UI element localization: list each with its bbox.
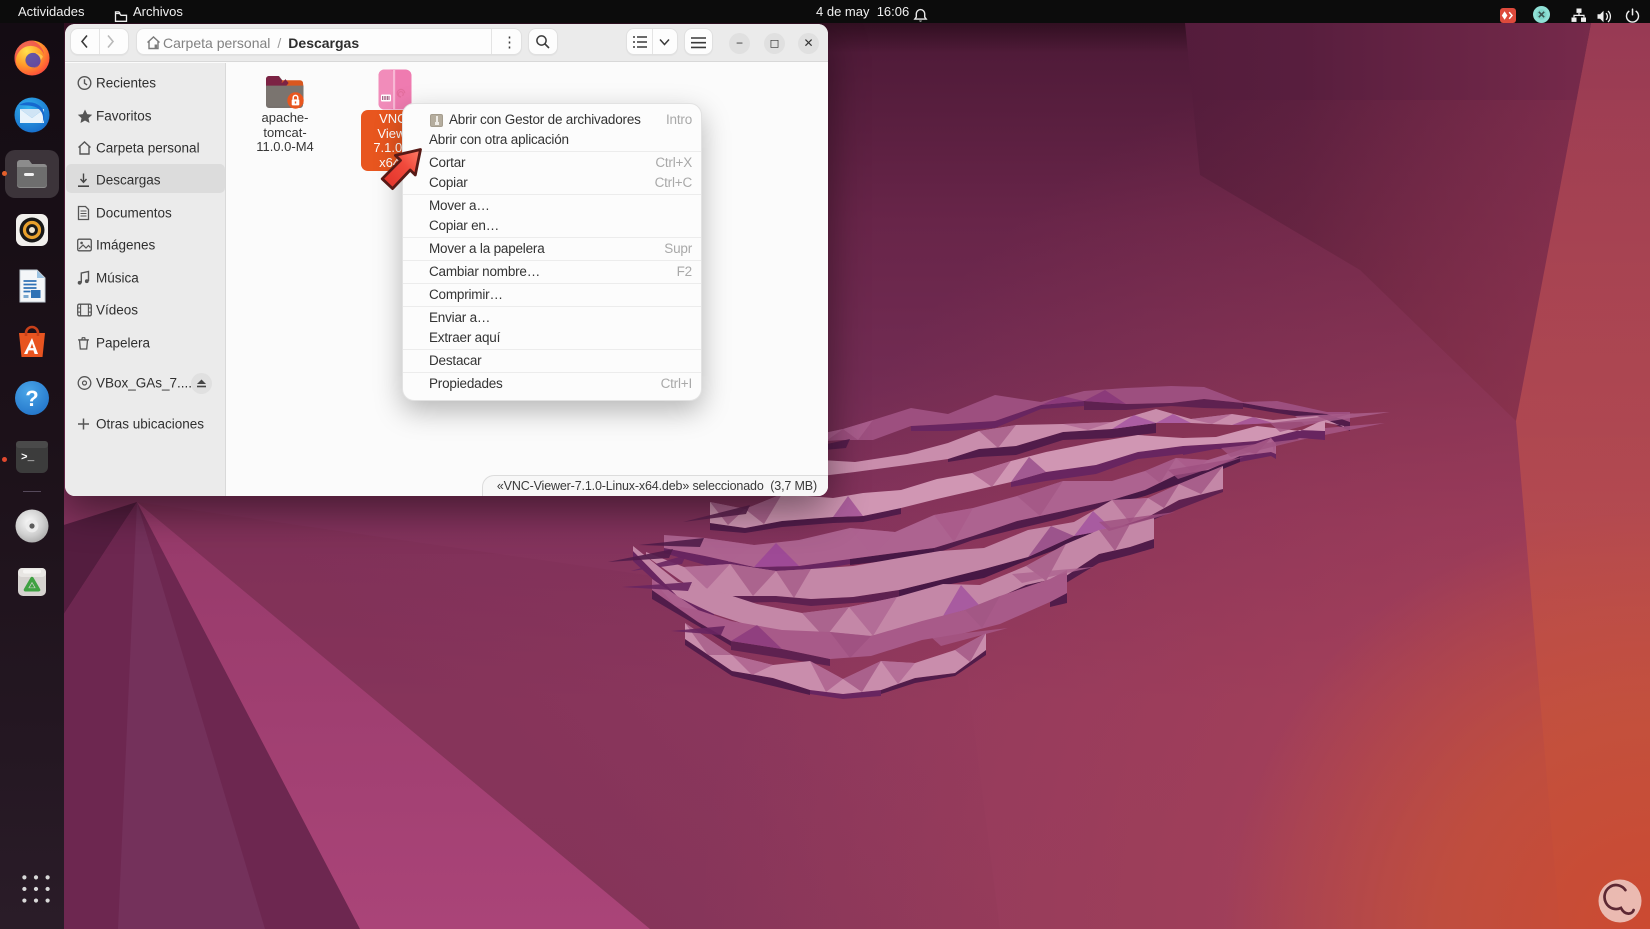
svg-text:>_: >_ [21,452,35,464]
svg-text:?: ? [25,386,38,411]
